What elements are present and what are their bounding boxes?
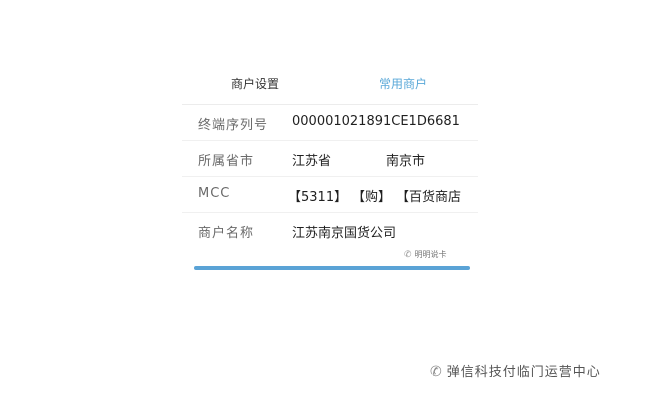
large-watermark: ✆ 弹信科技付临门运营中心 (430, 361, 601, 380)
province-value: 江苏省 (292, 154, 332, 169)
large-watermark-text: 弹信科技付临门运营中心 (446, 365, 601, 380)
wechat-icon: ✆ (430, 364, 443, 380)
tab-merchant-settings[interactable]: 商户设置 (182, 64, 328, 104)
merchant-panel: 商户设置 常用商户 终端序列号 000001021891CE1D6681 所属省… (182, 64, 478, 274)
province-city-row: 所属省市 江苏省 南京市 (182, 140, 478, 176)
mcc-row: MCC 【5311】 【购】 【百货商店 (182, 176, 478, 212)
mcc-code-value: 【5311】 (288, 190, 348, 205)
terminal-serial-value: 000001021891CE1D6681 (292, 114, 460, 129)
merchant-name-row: 商户名称 江苏南京国货公司 (182, 212, 478, 248)
mcc-type-value: 【百货商店 (396, 190, 462, 205)
wechat-icon: ✆ (404, 250, 412, 260)
merchant-name-label: 商户名称 (198, 226, 255, 241)
accent-bar (194, 266, 470, 270)
mcc-label: MCC (198, 186, 231, 201)
merchant-name-value: 江苏南京国货公司 (292, 226, 397, 241)
tab-common-merchants[interactable]: 常用商户 (328, 64, 478, 104)
tab-bar: 商户设置 常用商户 (182, 64, 478, 105)
terminal-serial-row: 终端序列号 000001021891CE1D6681 (182, 104, 478, 140)
small-watermark: ✆ 明明说卡 (404, 249, 447, 260)
province-city-label: 所属省市 (198, 154, 255, 169)
small-watermark-text: 明明说卡 (414, 250, 447, 259)
terminal-serial-label: 终端序列号 (198, 118, 269, 133)
city-value: 南京市 (386, 154, 426, 169)
mcc-category-value: 【购】 (352, 190, 392, 205)
